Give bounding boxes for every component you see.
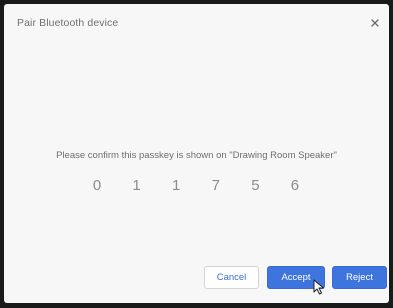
passkey-digit: 0 bbox=[92, 177, 102, 194]
passkey-display: 0 1 1 7 5 6 bbox=[90, 177, 302, 197]
close-button[interactable] bbox=[368, 16, 382, 30]
reject-button[interactable]: Reject bbox=[332, 266, 387, 289]
cancel-button[interactable]: Cancel bbox=[204, 266, 259, 289]
passkey-digit: 1 bbox=[172, 177, 181, 194]
mouse-pointer-icon bbox=[313, 279, 324, 295]
passkey-prompt: Please confirm this passkey is shown on … bbox=[56, 150, 337, 161]
dialog-title: Pair Bluetooth device bbox=[17, 17, 119, 29]
close-icon bbox=[371, 19, 379, 27]
passkey-digit: 1 bbox=[132, 177, 141, 194]
passkey-digit: 7 bbox=[211, 177, 220, 194]
passkey-digit: 5 bbox=[251, 177, 260, 194]
passkey-digit: 6 bbox=[290, 177, 300, 194]
bluetooth-pairing-dialog: Pair Bluetooth device Please confirm thi… bbox=[4, 4, 389, 303]
